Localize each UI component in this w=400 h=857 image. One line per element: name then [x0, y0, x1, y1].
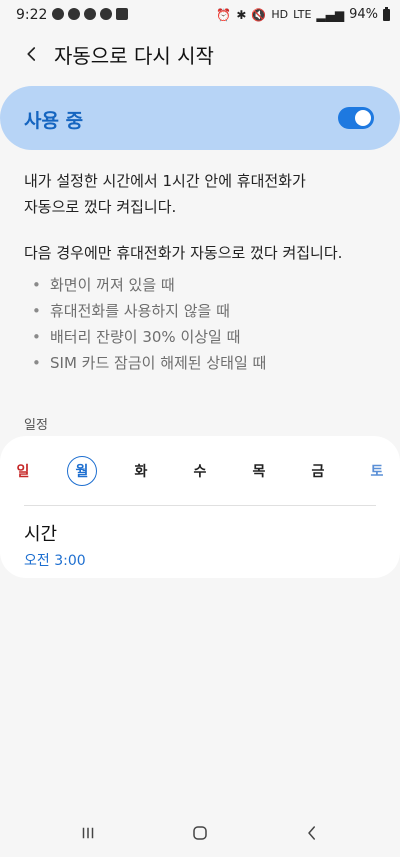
- description-line: 자동으로 껐다 켜집니다.: [24, 198, 177, 216]
- recent-apps-button[interactable]: [68, 819, 108, 847]
- divider: [24, 505, 376, 506]
- day-selector: 일 월 화 수 목 금 토: [8, 456, 392, 488]
- day-tuesday[interactable]: 화: [126, 456, 156, 486]
- time-value: 오전 3:00: [24, 553, 86, 569]
- day-thursday[interactable]: 목: [244, 456, 274, 486]
- back-button[interactable]: [16, 38, 48, 70]
- time-setting-row[interactable]: 시간 오전 3:00: [24, 520, 376, 569]
- toggle-knob: [355, 110, 371, 126]
- messenger-notification-icon: [100, 8, 112, 20]
- home-icon: [193, 826, 207, 840]
- lte-label: LTE: [293, 8, 312, 21]
- recent-apps-icon: [82, 827, 94, 839]
- bluetooth-icon: ✱: [236, 7, 247, 22]
- master-toggle[interactable]: [338, 107, 374, 129]
- description-line: 내가 설정한 시간에서 1시간 안에 휴대전화가: [24, 172, 306, 190]
- app-header: 자동으로 다시 시작: [0, 34, 400, 74]
- condition-text: 휴대전화를 사용하지 않을 때: [50, 302, 230, 320]
- schedule-card: 일 월 화 수 목 금 토 시간 오전 3:00: [0, 436, 400, 578]
- conditions-list: • 화면이 꺼져 있을 때 • 휴대전화를 사용하지 않을 때 • 배터리 잔량이 3…: [32, 272, 266, 376]
- settings-notification-icon: [68, 8, 80, 20]
- mute-icon: 🔇: [251, 7, 267, 22]
- signal-icon: ▂▄▆: [316, 7, 345, 22]
- page-title: 자동으로 다시 시작: [54, 44, 214, 68]
- list-item: • 배터리 잔량이 30% 이상일 때: [32, 324, 266, 350]
- battery-percent: 94%: [349, 7, 378, 22]
- day-friday[interactable]: 금: [303, 456, 333, 486]
- hd-label: HD: [271, 8, 289, 21]
- day-saturday[interactable]: 토: [362, 456, 392, 486]
- conditions-title: 다음 경우에만 휴대전화가 자동으로 껐다 켜집니다.: [24, 244, 343, 262]
- alarm-icon: ⏰: [216, 7, 232, 22]
- home-button[interactable]: [180, 819, 220, 847]
- master-switch-bar[interactable]: 사용 중: [0, 86, 400, 150]
- day-sunday[interactable]: 일: [8, 456, 38, 486]
- schedule-section-label: 일정: [24, 418, 48, 433]
- bullet: •: [32, 276, 41, 294]
- battery-icon: [383, 6, 390, 21]
- bullet: •: [32, 354, 41, 372]
- day-monday[interactable]: 월: [67, 456, 97, 486]
- list-item: • 화면이 꺼져 있을 때: [32, 272, 266, 298]
- list-item: • 휴대전화를 사용하지 않을 때: [32, 298, 266, 324]
- nav-back-button[interactable]: [292, 819, 332, 847]
- condition-text: 배터리 잔량이 30% 이상일 때: [50, 328, 241, 346]
- bullet: •: [32, 302, 41, 320]
- list-item: • SIM 카드 잠금이 해제된 상태일 때: [32, 350, 266, 376]
- condition-text: 화면이 꺼져 있을 때: [50, 276, 175, 294]
- status-bar: 9:22 ⏰ ✱ 🔇 HD LTE ▂▄▆ 94%: [0, 0, 400, 30]
- master-switch-label: 사용 중: [24, 110, 84, 132]
- image-notification-icon: [116, 8, 128, 20]
- back-arrow-icon: [308, 826, 315, 840]
- description: 내가 설정한 시간에서 1시간 안에 휴대전화가 자동으로 껐다 켜집니다.: [24, 168, 376, 220]
- time-label: 시간: [24, 524, 58, 545]
- app-notification-icon: [84, 8, 96, 20]
- notification-icons: [52, 8, 128, 20]
- chevron-left-icon: [27, 47, 36, 61]
- bullet: •: [32, 328, 41, 346]
- chat-notification-icon: [52, 8, 64, 20]
- condition-text: SIM 카드 잠금이 해제된 상태일 때: [50, 354, 267, 372]
- system-icons: ⏰ ✱ 🔇 HD LTE ▂▄▆ 94%: [216, 6, 390, 22]
- status-time: 9:22: [16, 7, 48, 23]
- day-wednesday[interactable]: 수: [185, 456, 215, 486]
- navigation-bar: [0, 809, 400, 857]
